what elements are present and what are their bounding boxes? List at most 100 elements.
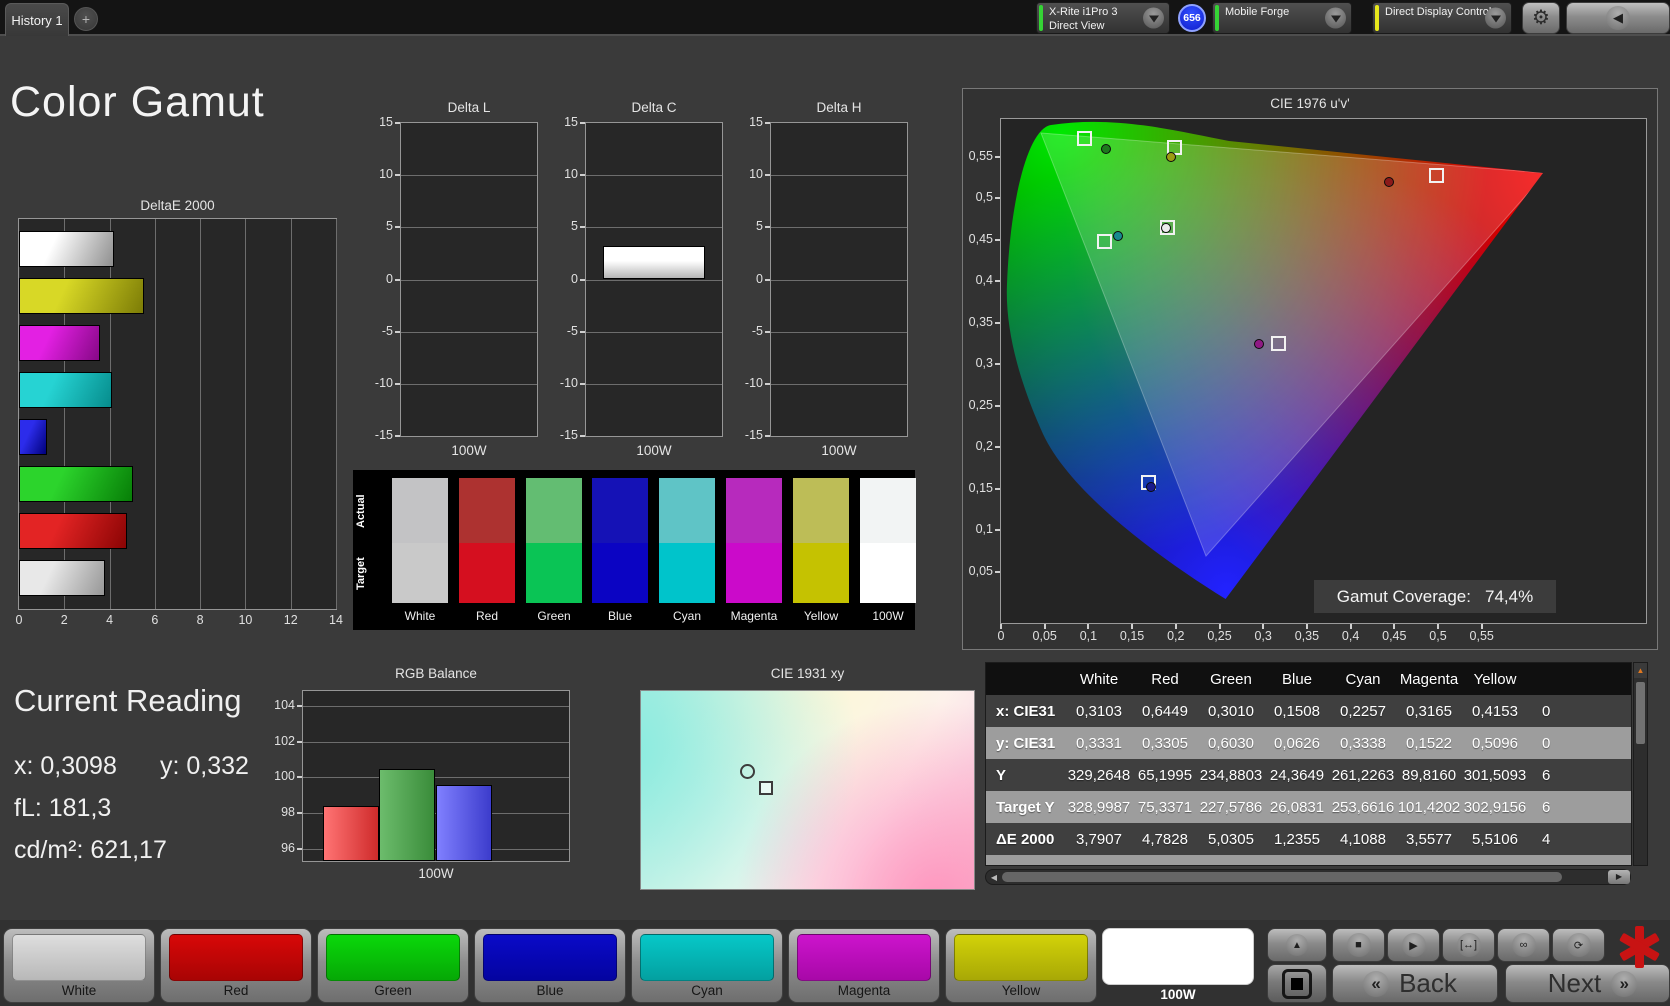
swatch-label: Red bbox=[449, 609, 525, 623]
deltae-xtick: 0 bbox=[7, 613, 31, 627]
pattern-button-magenta[interactable]: Magenta bbox=[788, 928, 940, 1003]
deltae-bar-white bbox=[19, 560, 105, 596]
next-button-label: Next bbox=[1548, 968, 1601, 999]
settings-button[interactable]: ⚙ bbox=[1522, 2, 1560, 34]
display-control-name: Direct Display Control bbox=[1385, 6, 1491, 18]
cie1976-panel: CIE 1976 u'v' bbox=[962, 88, 1658, 650]
cie1976-ytick: 0,25 bbox=[953, 398, 993, 412]
pattern-button-label: Green bbox=[317, 983, 469, 998]
pattern-button-yellow[interactable]: Yellow bbox=[945, 928, 1097, 1003]
delta-c-ytick: 10 bbox=[550, 167, 578, 181]
chevron-down-icon[interactable] bbox=[1143, 8, 1164, 29]
deltae-bar-yellow bbox=[19, 278, 144, 314]
stop-button[interactable]: ■ bbox=[1332, 928, 1385, 962]
cie1976-ytick: 0,1 bbox=[953, 522, 993, 536]
cie1931-target-marker bbox=[759, 781, 773, 795]
cie1976-xtick: 0,25 bbox=[1200, 629, 1240, 643]
pattern-button-cyan[interactable]: Cyan bbox=[631, 928, 783, 1003]
reading-fl: fL: 181,3 bbox=[14, 794, 111, 823]
swatch-label: White bbox=[382, 609, 458, 623]
scroll-right-icon[interactable]: ▶ bbox=[1608, 870, 1630, 884]
cie1976-xtick: 0,2 bbox=[1156, 629, 1196, 643]
next-button[interactable]: Next » bbox=[1505, 964, 1670, 1003]
play-icon: ▶ bbox=[1402, 933, 1426, 957]
pattern-button-white[interactable]: White bbox=[3, 928, 155, 1003]
delta-c-bar bbox=[603, 246, 705, 279]
cie1976-actual-yellow bbox=[1166, 152, 1176, 162]
table-vertical-scrollbar[interactable]: ▲ bbox=[1633, 662, 1648, 866]
delta-l-ytick: 15 bbox=[365, 115, 393, 129]
deltae-bar-100w bbox=[19, 231, 114, 267]
back-button[interactable]: « Back bbox=[1332, 964, 1498, 1003]
swatch-actual-white bbox=[392, 478, 448, 543]
rgb-balance-chart: 1041021009896 bbox=[302, 690, 570, 862]
cie1976-ytick: 0,2 bbox=[953, 439, 993, 453]
tab-history-1[interactable]: History 1 bbox=[5, 3, 69, 36]
cie1976-ytick: 0,05 bbox=[953, 564, 993, 578]
deltae-bar-cyan bbox=[19, 372, 112, 408]
table-row: y: CIE310,33310,33050,60300,06260,33380,… bbox=[986, 727, 1631, 759]
swatch-target-cyan bbox=[659, 543, 715, 603]
delta-h-ytick: -10 bbox=[735, 376, 763, 390]
cie1976-target-magenta bbox=[1271, 336, 1286, 351]
delta-h-ytick: 10 bbox=[735, 167, 763, 181]
swatch-actual-blue bbox=[592, 478, 648, 543]
delta-l-ytick: -10 bbox=[365, 376, 393, 390]
rgb-ytick: 104 bbox=[263, 698, 295, 712]
table-column-header: Green bbox=[1198, 671, 1264, 688]
chevron-down-ic on[interactable] bbox=[1325, 8, 1346, 29]
table-column-header: Magenta bbox=[1396, 671, 1462, 688]
rgb-balance-xlabel: 100W bbox=[302, 866, 570, 881]
rgb-ytick: 102 bbox=[263, 734, 295, 748]
measurement-table[interactable]: WhiteRedGreenBlueCyanMagentaYellowx: CIE… bbox=[985, 662, 1632, 866]
delta-c-ytick: -10 bbox=[550, 376, 578, 390]
deltae-xtick: 2 bbox=[52, 613, 76, 627]
meter-count-badge[interactable]: 656 bbox=[1178, 4, 1206, 32]
table-row: Y329,264865,1995234,880324,3649261,22638… bbox=[986, 759, 1631, 791]
vertical-scroll-thumb[interactable] bbox=[1636, 682, 1645, 744]
spectral-locus-fill bbox=[1001, 119, 1646, 623]
meter-name: X-Rite i1Pro 3 bbox=[1049, 6, 1117, 18]
pattern-button-red[interactable]: Red bbox=[160, 928, 312, 1003]
chevrons-left-icon: « bbox=[1363, 971, 1389, 997]
step-button[interactable]: [↔] bbox=[1442, 928, 1495, 962]
chevron-down-icon[interactable] bbox=[1485, 8, 1506, 29]
deltae-xtick: 10 bbox=[233, 613, 257, 627]
delta-c-ytick: -15 bbox=[550, 428, 578, 442]
cie1976-xtick: 0,3 bbox=[1243, 629, 1283, 643]
pattern-button-blue[interactable]: Blue bbox=[474, 928, 626, 1003]
pattern-up-button[interactable]: ▲ bbox=[1267, 928, 1327, 962]
scroll-up-icon[interactable]: ▲ bbox=[1634, 663, 1647, 678]
stop-pattern-button[interactable] bbox=[1267, 964, 1327, 1003]
add-tab-button[interactable]: + bbox=[74, 7, 98, 31]
deltae-xtick: 14 bbox=[324, 613, 348, 627]
alert-asterisk-icon bbox=[1617, 925, 1661, 969]
rgb-ytick: 100 bbox=[263, 769, 295, 783]
page-title: Color Gamut bbox=[10, 78, 265, 127]
cie1976-ytick: 0,35 bbox=[953, 315, 993, 329]
cie1976-ytick: 0,4 bbox=[953, 273, 993, 287]
scroll-left-icon[interactable]: ◀ bbox=[986, 873, 1002, 882]
table-horizontal-scrollbar[interactable]: ◀ ▶ bbox=[985, 869, 1631, 885]
rgb-bar-green bbox=[379, 769, 435, 862]
source-selector[interactable]: Mobile Forge bbox=[1212, 2, 1352, 34]
meter-selector[interactable]: X-Rite i1Pro 3 Direct View bbox=[1036, 2, 1170, 34]
cie1931-title: CIE 1931 xy bbox=[640, 666, 975, 681]
table-column-header: White bbox=[1066, 671, 1132, 688]
play-button[interactable]: ▶ bbox=[1387, 928, 1440, 962]
loop-infinite-button[interactable]: ∞ bbox=[1497, 928, 1550, 962]
cie1976-ytick: 0,45 bbox=[953, 232, 993, 246]
deltae-xtick: 4 bbox=[98, 613, 122, 627]
display-control-selector[interactable]: Direct Display Control bbox=[1372, 2, 1512, 34]
pattern-button-100w[interactable]: 100W bbox=[1102, 928, 1254, 1003]
rgb-bar-red bbox=[323, 806, 379, 861]
delta-c-ytick: 5 bbox=[550, 219, 578, 233]
pattern-button-green[interactable]: Green bbox=[317, 928, 469, 1003]
cie1976-target-green bbox=[1077, 131, 1092, 146]
step-icon: [↔] bbox=[1457, 933, 1481, 957]
reading-x: x: 0,3098 bbox=[14, 752, 117, 781]
delta-l-chart: 151050-5-10-15 bbox=[400, 122, 538, 437]
refresh-button[interactable]: ⟳ bbox=[1552, 928, 1605, 962]
collapse-panel-button[interactable]: ◀ bbox=[1566, 2, 1670, 34]
horizontal-scroll-thumb[interactable] bbox=[1002, 872, 1562, 882]
